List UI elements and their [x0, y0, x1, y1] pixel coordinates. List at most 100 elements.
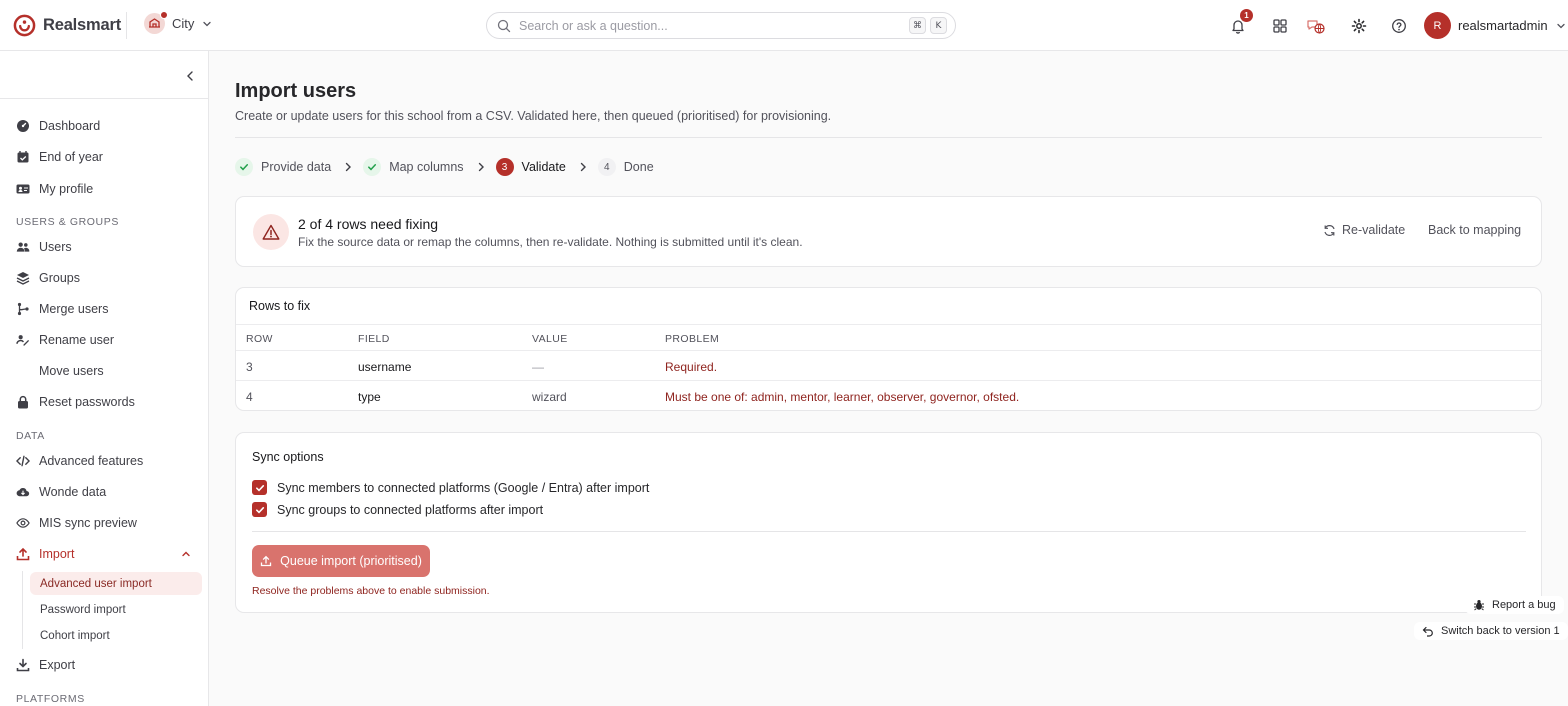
- column-header-problem: PROBLEM: [665, 333, 720, 345]
- notification-badge: 1: [1240, 9, 1253, 22]
- sidebar-item-label: Advanced features: [39, 454, 144, 468]
- avatar: R: [1424, 12, 1451, 39]
- sidebar-item-move-users[interactable]: Move users: [16, 361, 104, 381]
- eye-icon: [16, 516, 30, 530]
- step-label: Validate: [521, 160, 566, 174]
- download-icon: [16, 658, 30, 672]
- page-title: Import users: [235, 80, 357, 102]
- back-to-mapping-button[interactable]: Back to mapping: [1428, 223, 1521, 237]
- step-number: 4: [597, 158, 616, 176]
- submission-hint: Resolve the problems above to enable sub…: [252, 585, 490, 597]
- sidebar-divider: [0, 98, 208, 99]
- chevron-down-icon: [203, 21, 212, 26]
- sidebar-item-label: My profile: [39, 182, 94, 196]
- queue-import-label: Queue import (prioritised): [280, 554, 422, 568]
- sidebar-subitem-cohort-import[interactable]: Cohort import: [30, 624, 202, 647]
- sidebar-item-rename-user[interactable]: Rename user: [16, 330, 114, 350]
- cell-value: —: [532, 360, 544, 374]
- cell-problem: Must be one of: admin, mentor, learner, …: [665, 390, 1020, 404]
- cell-field: type: [358, 390, 381, 404]
- sidebar-item-groups[interactable]: Groups: [16, 268, 80, 288]
- sidebar-item-label: Reset passwords: [39, 395, 135, 409]
- cell-row: 3: [246, 360, 253, 374]
- alert-title: 2 of 4 rows need fixing: [298, 216, 439, 232]
- sidebar-item-wonde-data[interactable]: Wonde data: [16, 482, 106, 502]
- sidebar-section-data: DATA: [16, 430, 45, 442]
- sidebar-item-mis-sync-preview[interactable]: MIS sync preview: [16, 513, 137, 533]
- realsmart-logo-icon: [13, 14, 36, 37]
- help-button[interactable]: [1389, 16, 1409, 36]
- cloud-download-icon: [16, 485, 30, 499]
- sync-groups-checkbox[interactable]: Sync groups to connected platforms after…: [252, 502, 543, 517]
- revalidate-button[interactable]: Re-validate: [1323, 223, 1405, 237]
- upload-icon: [16, 547, 30, 561]
- step-map-columns[interactable]: Map columns: [363, 158, 464, 176]
- switch-version-label: Switch back to version 1: [1441, 625, 1560, 637]
- sidebar-item-label: Dashboard: [39, 119, 101, 133]
- apps-button[interactable]: [1270, 16, 1290, 36]
- sidebar-item-merge-users[interactable]: Merge users: [16, 299, 108, 319]
- sidebar-item-label: End of year: [39, 150, 103, 164]
- chevron-right-icon: [478, 162, 484, 172]
- step-label: Map columns: [389, 160, 464, 174]
- settings-button[interactable]: [1349, 16, 1369, 36]
- sync-members-checkbox[interactable]: Sync members to connected platforms (Goo…: [252, 480, 649, 495]
- sidebar-item-export[interactable]: Export: [16, 655, 75, 675]
- notifications-button[interactable]: 1: [1228, 9, 1253, 36]
- cell-problem: Required.: [665, 360, 718, 374]
- lock-icon: [16, 395, 30, 409]
- report-bug-button[interactable]: Report a bug: [1465, 596, 1564, 614]
- globe-chat-icon: [1307, 20, 1325, 34]
- sidebar-item-label: Move users: [39, 364, 104, 378]
- sync-groups-label: Sync groups to connected platforms after…: [277, 502, 544, 517]
- layers-icon: [16, 271, 30, 285]
- page-description: Create or update users for this school f…: [235, 109, 832, 123]
- merge-icon: [16, 302, 30, 316]
- sidebar-item-users[interactable]: Users: [16, 237, 72, 257]
- check-icon: [235, 158, 253, 176]
- sidebar-section-users-groups: USERS & GROUPS: [16, 216, 119, 228]
- switch-version-button[interactable]: Switch back to version 1: [1414, 622, 1568, 640]
- kbd-k: K: [930, 17, 947, 34]
- brand-name: Realsmart: [43, 16, 121, 34]
- sidebar-subitem-password-import[interactable]: Password import: [30, 598, 202, 621]
- sidebar-item-label: Groups: [39, 271, 80, 285]
- search-input[interactable]: Search or ask a question... ⌘ K: [486, 12, 956, 39]
- alert-description: Fix the source data or remap the columns…: [298, 235, 803, 249]
- calendar-check-icon: [16, 150, 30, 164]
- org-name: City: [172, 16, 195, 31]
- sidebar-subitem-advanced-user-import[interactable]: Advanced user import: [30, 572, 202, 595]
- warning-icon: [253, 214, 289, 250]
- gear-icon: [1351, 18, 1367, 34]
- upload-icon: [260, 555, 272, 567]
- stepper: Provide data Map columns 3 Validate 4 Do…: [235, 158, 654, 176]
- cell-row: 4: [246, 390, 253, 404]
- code-icon: [16, 454, 30, 468]
- sidebar-item-reset-passwords[interactable]: Reset passwords: [16, 392, 135, 412]
- validation-alert: 2 of 4 rows need fixing Fix the source d…: [235, 196, 1542, 267]
- revalidate-label: Re-validate: [1342, 223, 1406, 237]
- header-divider: [126, 12, 127, 39]
- queue-import-button[interactable]: Queue import (prioritised): [252, 545, 430, 577]
- chevron-up-icon: [180, 548, 192, 560]
- org-logo-icon: [144, 11, 168, 34]
- language-button[interactable]: [1306, 16, 1326, 36]
- rows-to-fix-title: Rows to fix: [249, 299, 311, 313]
- help-circle-icon: [1392, 19, 1406, 33]
- collapse-sidebar-button[interactable]: [183, 69, 197, 83]
- table-row: 3 username — Required.: [236, 351, 1541, 381]
- sidebar-item-my-profile[interactable]: My profile: [16, 179, 93, 199]
- sidebar-item-import[interactable]: Import: [16, 544, 192, 564]
- sidebar: Dashboard End of year My profile USERS &…: [0, 51, 209, 706]
- sync-members-label: Sync members to connected platforms (Goo…: [277, 480, 650, 495]
- org-switcher[interactable]: City: [144, 11, 213, 34]
- sidebar-item-advanced-features[interactable]: Advanced features: [16, 451, 143, 471]
- brand[interactable]: Realsmart: [13, 14, 121, 37]
- sidebar-item-dashboard[interactable]: Dashboard: [16, 116, 100, 136]
- user-menu[interactable]: R realsmartadmin: [1424, 12, 1567, 39]
- sidebar-item-end-of-year[interactable]: End of year: [16, 147, 103, 167]
- chevron-left-icon: [187, 71, 193, 81]
- step-provide-data[interactable]: Provide data: [235, 158, 331, 176]
- sidebar-item-label: MIS sync preview: [39, 516, 137, 530]
- step-number: 3: [495, 158, 514, 176]
